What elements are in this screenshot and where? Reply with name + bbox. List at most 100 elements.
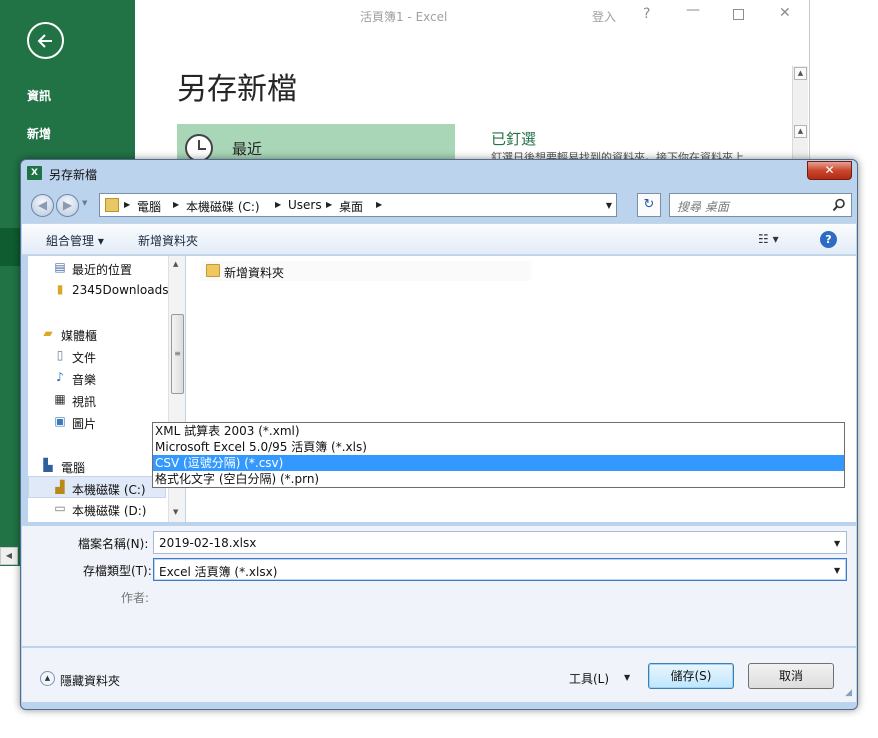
dialog-titlebar[interactable]: X 另存新檔 ✕ [21,160,857,186]
filename-label: 檔案名稱(N): [78,537,149,551]
breadcrumb-computer[interactable]: 電腦 [137,198,161,215]
hide-folders-label: 隱藏資料夾 [60,674,121,688]
tree-item-documents[interactable]: ▯ 文件 [28,345,166,367]
recent-pages-dropdown-icon[interactable]: ▼ [82,199,87,207]
breadcrumb-desktop[interactable]: 桌面 [339,198,363,215]
libraries-icon: ▰ [43,326,53,340]
search-icon[interactable] [832,198,846,212]
tree-item-label: 圖片 [72,417,97,431]
address-bar[interactable]: ▶ 電腦 ▶ 本機磁碟 (C:) ▶ Users ▶ 桌面 ▶ ▼ [99,193,617,217]
chevron-right-icon[interactable]: ▶ [275,200,281,209]
window-title: 活頁簿1 - Excel [360,10,448,24]
backstage-scrollbar[interactable]: ▲ ▲ [792,66,808,163]
forward-nav-button[interactable]: ▶ [56,194,79,217]
chevron-down-icon[interactable]: ▼ [834,539,840,548]
change-view-button[interactable]: ☷ ▾ [758,232,779,246]
tree-item-recent-places[interactable]: ▤ 最近的位置 [28,257,166,279]
list-item[interactable]: 新增資料夾 [201,261,531,281]
tree-item-label: 本機磁碟 (C:) [72,483,146,497]
address-bar-row: ◀ ▶ ▼ ▶ 電腦 ▶ 本機磁碟 (C:) ▶ Users ▶ 桌面 ▶ ▼ … [27,191,853,219]
help-icon[interactable]: ? [643,6,650,22]
clock-icon [185,134,213,162]
tree-item-label: 本機磁碟 (D:) [72,504,147,518]
folder-icon [105,198,119,212]
scroll-up-icon[interactable]: ▲ [794,125,807,138]
tree-item-label: 音樂 [72,373,97,387]
tree-item-pictures[interactable]: ▣ 圖片 [28,411,166,433]
chevron-up-icon: ▲ [40,671,55,686]
chevron-right-icon[interactable]: ▶ [124,200,130,209]
scrollbar-thumb[interactable]: ≡ [171,314,184,394]
recent-places-icon: ▤ [54,260,66,274]
filetype-select[interactable]: Excel 活頁簿 (*.xlsx) [153,558,847,581]
tree-item-local-disk-d[interactable]: ▭ 本機磁碟 (D:) [28,498,166,520]
dropdown-option-xml[interactable]: XML 試算表 2003 (*.xml) [153,423,844,439]
page-title: 另存新檔 [177,72,297,107]
tree-item-label: 文件 [72,351,97,365]
excel-app-icon: X [27,166,42,180]
chevron-right-icon[interactable]: ▶ [376,200,382,209]
filetype-label: 存檔類型(T): [83,564,152,578]
dropdown-option-prn[interactable]: 格式化文字 (空白分隔) (*.prn) [153,471,844,487]
dialog-close-button[interactable]: ✕ [807,161,852,180]
tree-item-label: 最近的位置 [72,263,133,277]
cancel-button[interactable]: 取消 [748,663,834,689]
folder-icon [206,264,220,277]
tree-item-music[interactable]: ♪ 音樂 [28,367,166,389]
resize-grip-icon[interactable]: ◢ [845,688,852,698]
tree-item-local-disk-c[interactable]: ▟ 本機磁碟 (C:) [28,476,166,498]
save-fields: 檔案名稱(N): 2019-02-18.xlsx ▼ 存檔類型(T): Exce… [22,526,856,646]
tree-item-label: 視訊 [72,395,97,409]
tools-button[interactable]: 工具(L) [569,670,609,687]
chevron-down-icon[interactable]: ▼ [606,201,612,210]
filename-field[interactable]: 2019-02-18.xlsx [153,531,847,554]
chevron-down-icon[interactable]: ▼ [624,673,630,682]
organize-button[interactable]: 組合管理 ▾ [46,232,104,249]
dropdown-option-xls[interactable]: Microsoft Excel 5.0/95 活頁簿 (*.xls) [153,439,844,455]
nav-item-new[interactable]: 新增 [27,125,51,142]
filetype-dropdown-list: XML 試算表 2003 (*.xml) Microsoft Excel 5.0… [152,422,845,488]
pinned-heading: 已釘選 [491,130,537,148]
new-folder-button[interactable]: 新增資料夾 [138,232,198,249]
documents-icon: ▯ [56,348,64,362]
file-name: 新增資料夾 [224,266,285,280]
search-input[interactable]: 搜尋 桌面 [669,193,852,217]
tree-item-computer[interactable]: ▙ 電腦 [28,455,166,477]
dialog-title: 另存新檔 [49,168,98,182]
scroll-up-icon[interactable]: ▲ [173,260,178,268]
refresh-button[interactable]: ↻ [637,193,661,217]
back-button[interactable] [27,22,64,59]
search-placeholder: 搜尋 桌面 [677,200,729,214]
breadcrumb-local-disk-c[interactable]: 本機磁碟 (C:) [186,198,260,215]
tree-item-videos[interactable]: ▦ 視訊 [28,389,166,411]
sign-in-link[interactable]: 登入 [592,8,616,25]
save-button[interactable]: 儲存(S) [648,663,734,689]
breadcrumb-users[interactable]: Users [288,198,322,212]
dialog-footer: ▲ 隱藏資料夾 工具(L) ▼ 儲存(S) 取消 ◢ [22,648,856,702]
chevron-down-icon[interactable]: ▼ [834,566,840,575]
tree-item-libraries[interactable]: ▰ 媒體櫃 [28,323,166,345]
dialog-toolbar: 組合管理 ▾ 新增資料夾 ☷ ▾ ? [22,223,856,255]
local-disk-icon: ▟ [55,480,65,494]
recent-label: 最近 [232,140,263,158]
pictures-icon: ▣ [54,414,66,428]
nav-item-info[interactable]: 資訊 [27,87,51,104]
dropdown-option-csv[interactable]: CSV (逗號分隔) (*.csv) [153,455,844,471]
help-icon[interactable]: ? [820,231,837,248]
scroll-left-icon[interactable]: ◀ [0,547,18,565]
scroll-up-icon[interactable]: ▲ [794,67,807,80]
music-icon: ♪ [56,370,64,384]
tree-item-2345downloads[interactable]: ▮ 2345Downloads [28,279,169,301]
back-nav-button[interactable]: ◀ [31,194,54,217]
computer-icon: ▙ [43,458,53,472]
chevron-right-icon[interactable]: ▶ [326,200,332,209]
scroll-down-icon[interactable]: ▼ [173,508,178,516]
tree-item-label: 2345Downloads [72,283,169,297]
author-label: 作者: [121,591,150,605]
drive-icon: ▭ [54,501,66,515]
close-button[interactable]: ✕ [779,5,791,21]
tree-item-label: 電腦 [61,461,86,475]
chevron-right-icon[interactable]: ▶ [173,200,179,209]
minimize-button[interactable]: — [686,2,700,18]
maximize-button[interactable] [733,9,744,20]
